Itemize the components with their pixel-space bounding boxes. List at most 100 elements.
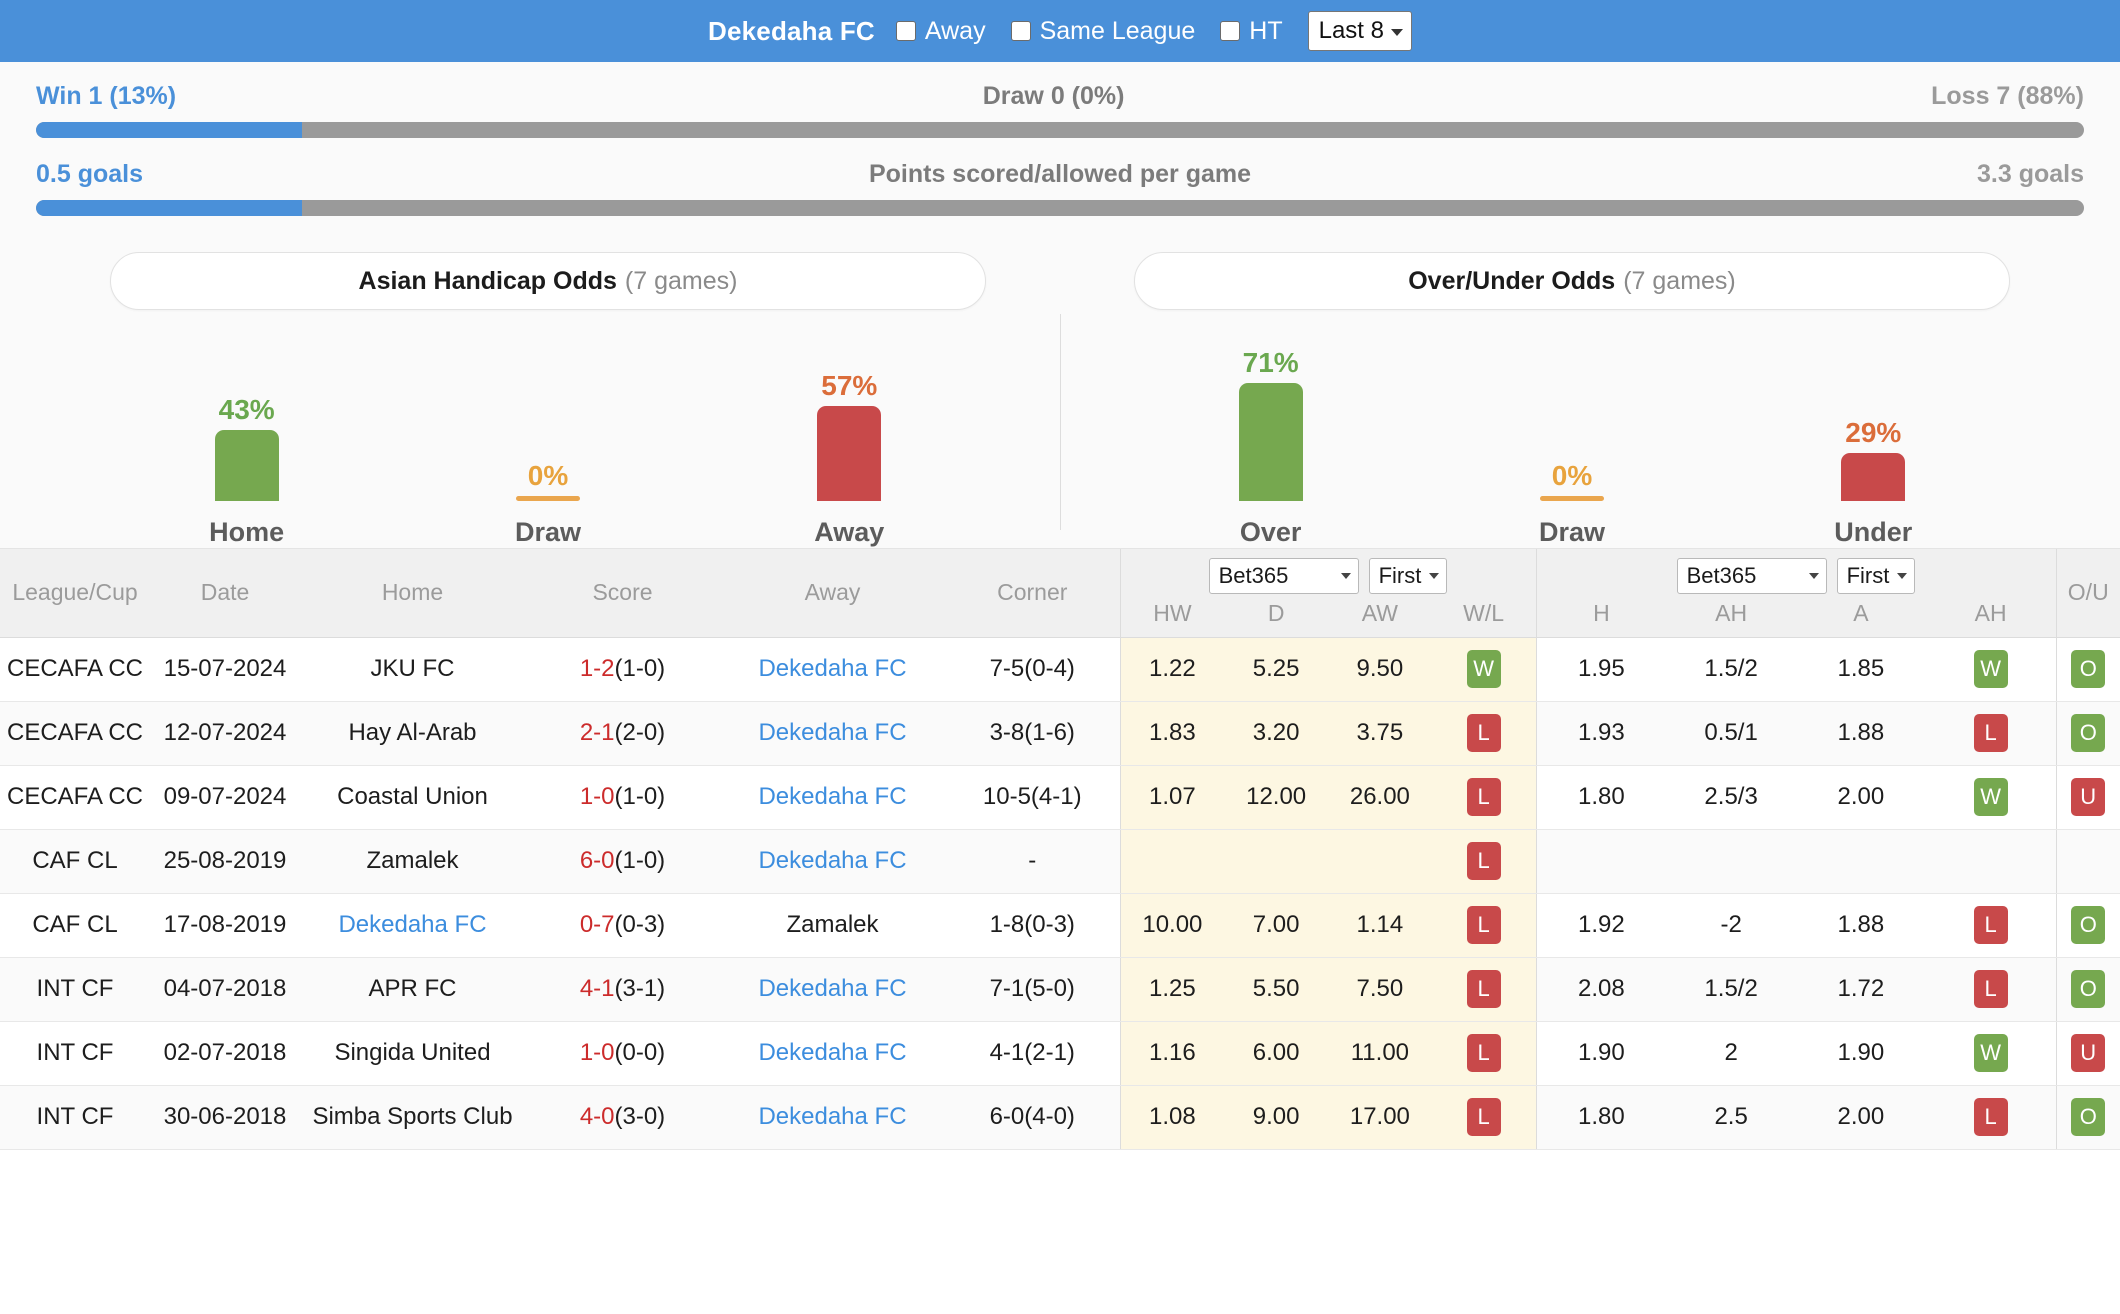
cell-ou: U xyxy=(2055,1021,2120,1086)
score-halftime: (2-0) xyxy=(614,719,666,746)
range-select[interactable]: Last 8 xyxy=(1307,11,1412,51)
over-label: Over xyxy=(1239,517,1302,547)
cell-odds-group-1x2: 1.25 5.50 7.50 L xyxy=(1119,957,1536,1022)
cell-aw: 1.14 xyxy=(1356,911,1404,938)
col-ou: O/U xyxy=(2055,549,2120,638)
cell-score[interactable]: 1-0(1-0) xyxy=(525,765,720,830)
ah-result-badge: L xyxy=(1973,1098,2008,1136)
cell-away-team[interactable]: Dekedaha FC xyxy=(720,1021,945,1086)
ou-result-badge: O xyxy=(2071,970,2106,1008)
asian-handicap-title-button[interactable]: Asian Handicap Odds (7 games) xyxy=(110,252,986,310)
subhead-ah-2: AH xyxy=(1974,600,2007,627)
ah-result-badge: W xyxy=(1973,778,2008,816)
cell-away-team[interactable]: Dekedaha FC xyxy=(720,829,945,894)
cell-ou xyxy=(2055,829,2120,894)
cell-hw: 1.83 xyxy=(1149,719,1196,746)
over-under-title-button[interactable]: Over/Under Odds (7 games) xyxy=(1134,252,2010,310)
cell-away-team[interactable]: Dekedaha FC xyxy=(720,637,945,702)
cell-score[interactable]: 0-7(0-3) xyxy=(525,893,720,958)
subhead-aw: AW xyxy=(1361,600,1398,627)
bookmaker-select-2[interactable]: Bet365 xyxy=(1676,558,1827,595)
cell-hw: 1.22 xyxy=(1149,655,1196,682)
range-select-value: Last 8 xyxy=(1318,17,1384,44)
ou-result-badge: O xyxy=(2071,1098,2106,1136)
checkbox-ht[interactable] xyxy=(1220,21,1241,41)
subhead-h: H xyxy=(1593,600,1610,627)
table-row[interactable]: INT CF 04-07-2018 APR FC 4-1(3-1) Dekedaha F… xyxy=(0,957,2120,1022)
checkbox-away[interactable] xyxy=(895,21,916,41)
cell-d: 7.00 xyxy=(1252,911,1300,938)
cell-odds-group-1x2: 1.08 9.00 17.00 L xyxy=(1119,1085,1536,1150)
away-team-name[interactable]: Dekedaha FC xyxy=(758,783,906,810)
subhead-ah-1: AH xyxy=(1715,600,1748,627)
away-team-name[interactable]: Dekedaha FC xyxy=(758,1039,906,1066)
cell-h: 1.95 xyxy=(1578,655,1625,682)
cell-away-team: Zamalek xyxy=(720,893,945,958)
cell-score[interactable]: 1-2(1-0) xyxy=(525,637,720,702)
over-under-panel: Over/Under Odds (7 games) 71% Over 0% Dr… xyxy=(1060,252,2084,548)
away-team-name[interactable]: Dekedaha FC xyxy=(758,975,906,1002)
under-bar xyxy=(1841,453,1906,501)
home-team-name: Coastal Union xyxy=(337,783,488,810)
bar-column-draw-ou: 0% Draw xyxy=(1472,316,1672,548)
cell-date: 09-07-2024 xyxy=(150,765,300,830)
cell-d: 5.25 xyxy=(1252,655,1300,682)
checkbox-ht-label: HT xyxy=(1249,16,1283,45)
cell-home-team[interactable]: Dekedaha FC xyxy=(300,893,525,958)
cell-a: 1.88 xyxy=(1837,911,1885,938)
cell-score[interactable]: 1-0(0-0) xyxy=(525,1021,720,1086)
checkbox-same-league[interactable] xyxy=(1010,21,1031,41)
cell-corner: 4-1(2-1) xyxy=(945,1021,1120,1086)
cell-wl: L xyxy=(1432,714,1536,752)
cell-score[interactable]: 2-1(2-0) xyxy=(525,701,720,766)
cell-away-team[interactable]: Dekedaha FC xyxy=(720,765,945,830)
over-bar xyxy=(1238,383,1303,501)
cell-home-team: JKU FC xyxy=(300,637,525,702)
away-team-name[interactable]: Dekedaha FC xyxy=(758,1103,906,1130)
filter-away[interactable]: Away xyxy=(895,17,986,46)
chevron-down-icon xyxy=(1391,29,1403,36)
timing-select-2-value: First xyxy=(1846,563,1890,589)
table-row[interactable]: INT CF 30-06-2018 Simba Sports Club 4-0(3-0… xyxy=(0,1085,2120,1150)
home-team-name[interactable]: Dekedaha FC xyxy=(338,911,486,938)
result-badge: L xyxy=(1466,970,1501,1008)
table-row[interactable]: CECAFA CC 12-07-2024 Hay Al-Arab 2-1(2-0) De… xyxy=(0,701,2120,766)
table-row[interactable]: INT CF 02-07-2018 Singida United 1-0(0-0) De… xyxy=(0,1021,2120,1086)
table-row[interactable]: CAF CL 17-08-2019 Dekedaha FC 0-7(0-3) Zamal… xyxy=(0,893,2120,958)
bookmaker-select-1[interactable]: Bet365 xyxy=(1208,558,1359,595)
cell-ah-result: L xyxy=(1926,970,2056,1008)
record-progress-track xyxy=(36,122,2084,138)
cell-away-team[interactable]: Dekedaha FC xyxy=(720,1085,945,1150)
away-team-name[interactable]: Dekedaha FC xyxy=(758,719,906,746)
away-team-name[interactable]: Dekedaha FC xyxy=(758,655,906,682)
ou-result-badge: O xyxy=(2071,714,2106,752)
col-away: Away xyxy=(720,549,945,638)
score-halftime: (1-0) xyxy=(614,847,666,874)
cell-ou: U xyxy=(2055,765,2120,830)
table-row[interactable]: CAF CL 25-08-2019 Zamalek 6-0(1-0) Dekedaha … xyxy=(0,829,2120,894)
cell-d: 6.00 xyxy=(1252,1039,1300,1066)
goals-caption: Points scored/allowed per game xyxy=(868,160,1252,188)
cell-odds-group-1x2: 1.16 6.00 11.00 L xyxy=(1119,1021,1536,1086)
filter-ht[interactable]: HT xyxy=(1220,16,1283,46)
score-halftime: (1-0) xyxy=(614,655,666,682)
table-row[interactable]: CECAFA CC 15-07-2024 JKU FC 1-2(1-0) Dekedah… xyxy=(0,637,2120,702)
cell-ah-line: 2 xyxy=(1724,1039,1738,1066)
cell-away-team[interactable]: Dekedaha FC xyxy=(720,701,945,766)
cell-score[interactable]: 6-0(1-0) xyxy=(525,829,720,894)
cell-away-team[interactable]: Dekedaha FC xyxy=(720,957,945,1022)
cell-score[interactable]: 4-0(3-0) xyxy=(525,1085,720,1150)
cell-date: 30-06-2018 xyxy=(150,1085,300,1150)
filter-same-league[interactable]: Same League xyxy=(1010,17,1195,46)
cell-score[interactable]: 4-1(3-1) xyxy=(525,957,720,1022)
cell-odds-group-ah: 1.95 1.5/2 1.85 W xyxy=(1535,637,2056,702)
cell-aw: 3.75 xyxy=(1356,719,1404,746)
cell-odds-group-1x2: 10.00 7.00 1.14 L xyxy=(1119,893,1536,958)
timing-select-2[interactable]: First xyxy=(1836,558,1916,595)
away-team-name[interactable]: Dekedaha FC xyxy=(758,847,906,874)
cell-odds-group-ah: 1.90 2 1.90 W xyxy=(1535,1021,2056,1086)
table-row[interactable]: CECAFA CC 09-07-2024 Coastal Union 1-0(1-0)… xyxy=(0,765,2120,830)
timing-select-1[interactable]: First xyxy=(1368,558,1448,595)
score-fulltime: 0-7 xyxy=(579,911,615,938)
cell-corner: 3-8(1-6) xyxy=(945,701,1120,766)
